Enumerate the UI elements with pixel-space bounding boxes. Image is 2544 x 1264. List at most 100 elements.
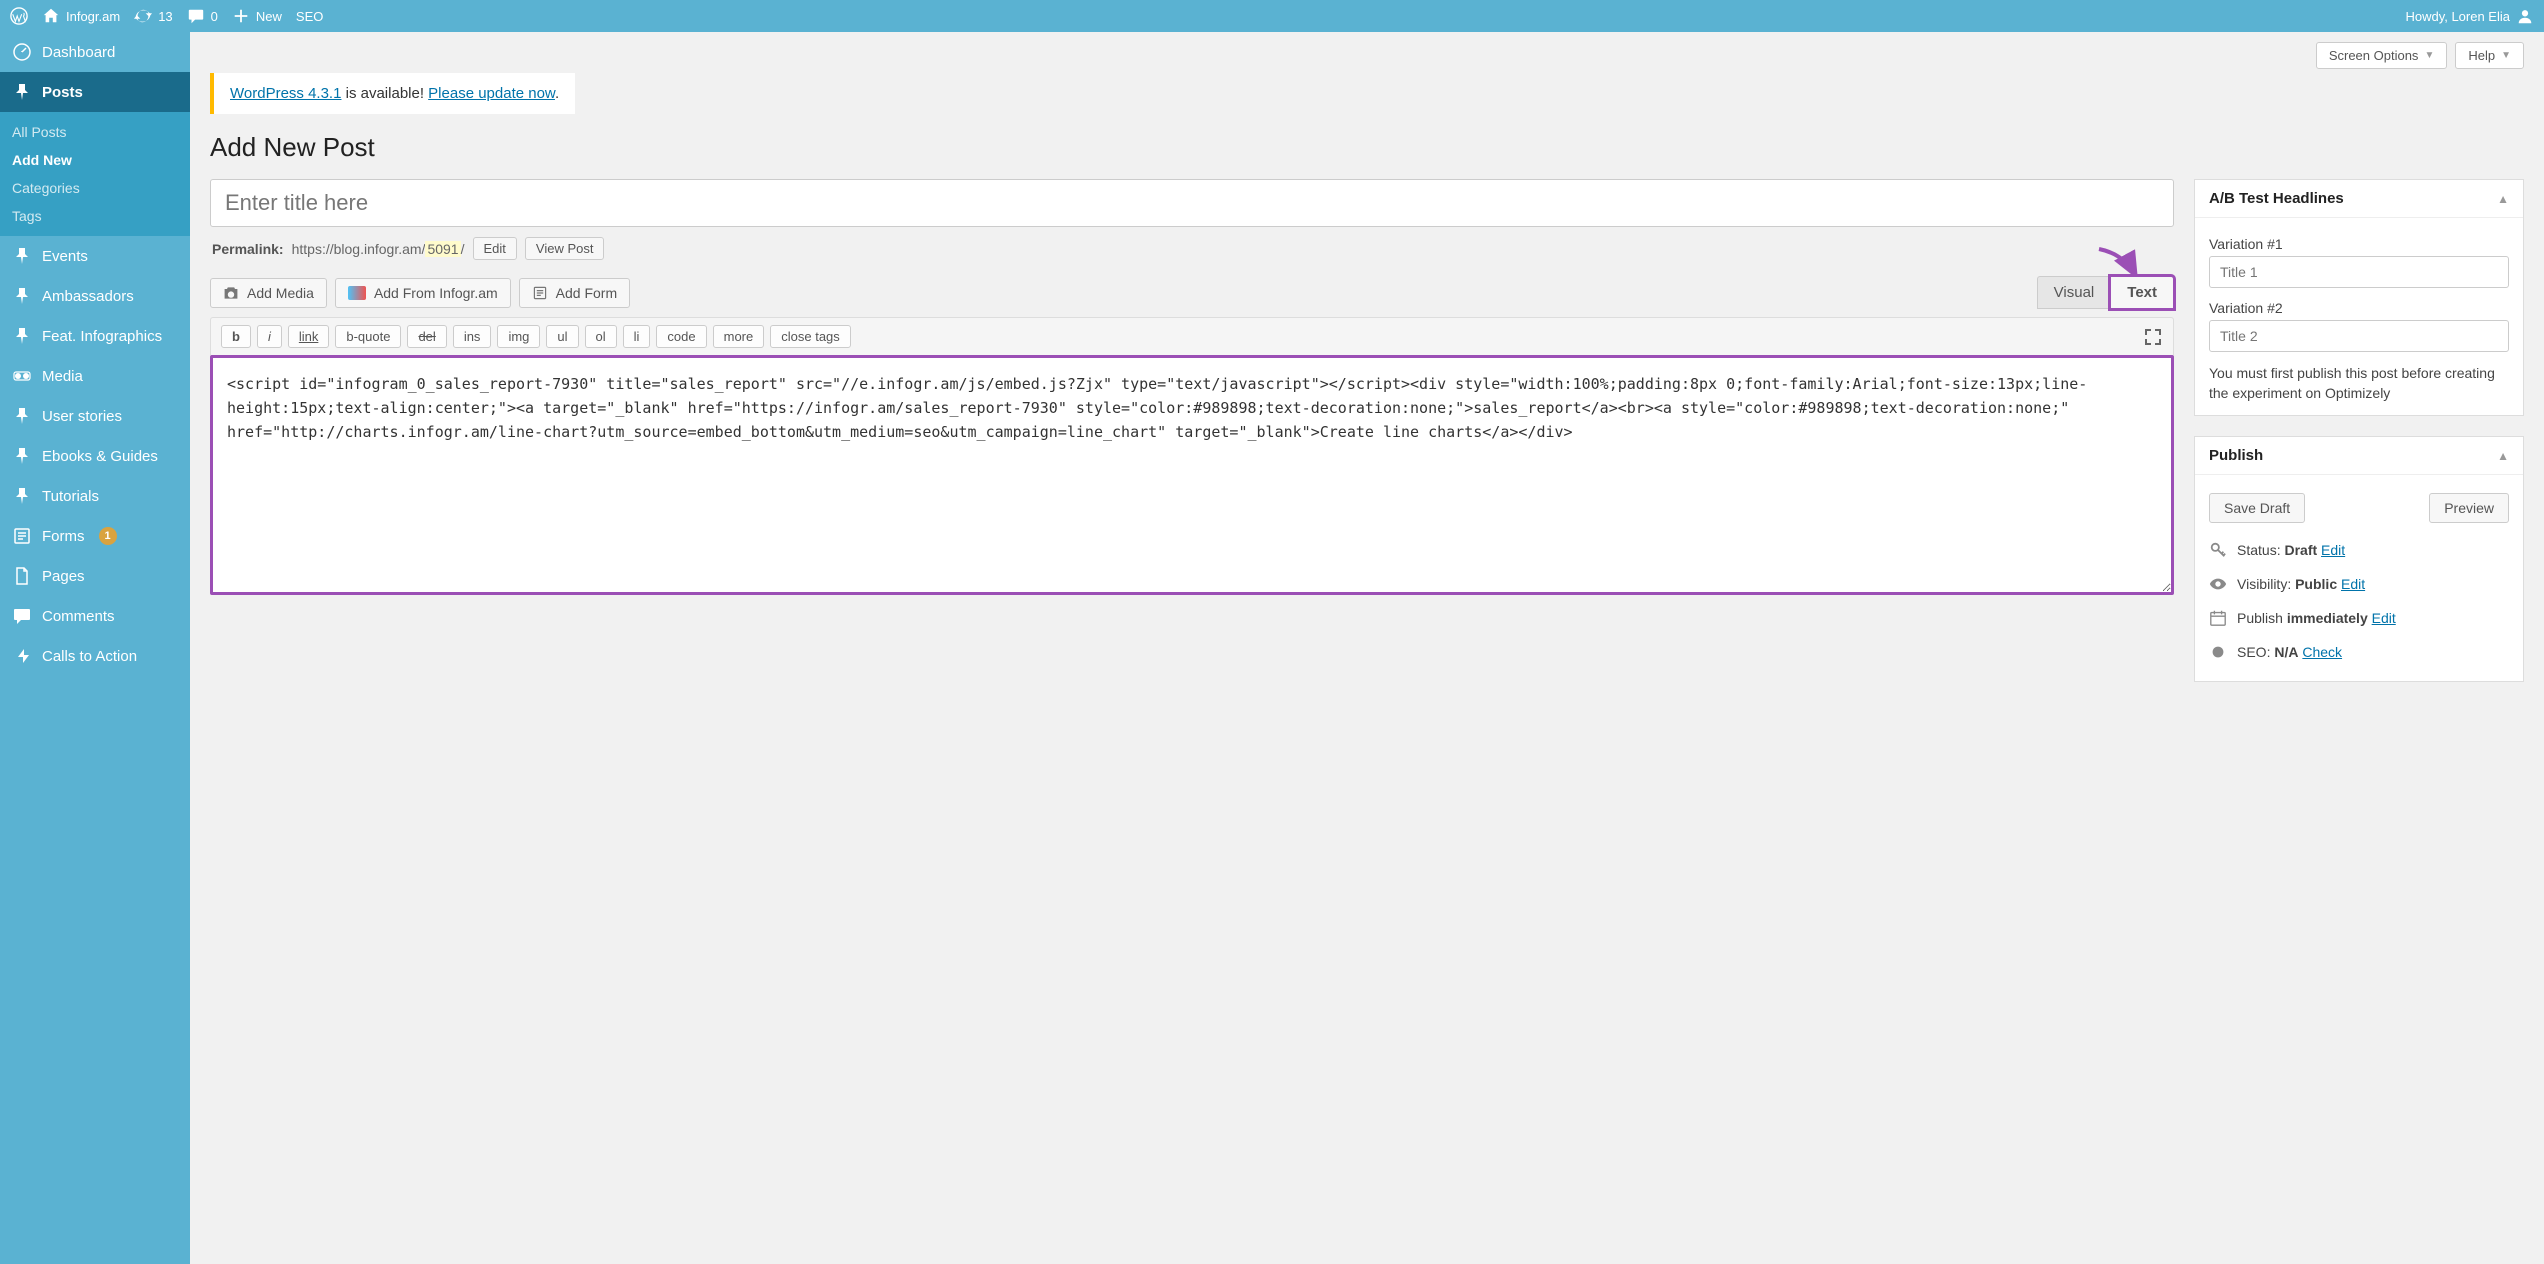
quicktag-li[interactable]: li: [623, 325, 651, 348]
admin-sidebar: Dashboard Posts All PostsAdd NewCategories…: [0, 32, 190, 1264]
sidebar-item-forms[interactable]: Forms1: [0, 516, 190, 556]
sidebar-item-posts[interactable]: Posts: [0, 72, 190, 112]
chevron-down-icon: ▼: [2424, 50, 2434, 61]
sidebar-item-calls-to-action[interactable]: Calls to Action: [0, 636, 190, 676]
sidebar-item-events[interactable]: Events: [0, 236, 190, 276]
sidebar-item-tutorials[interactable]: Tutorials: [0, 476, 190, 516]
quicktag-more[interactable]: more: [713, 325, 765, 348]
account-link[interactable]: Howdy, Loren Elia: [2405, 7, 2534, 25]
new-label: New: [256, 9, 282, 24]
add-media-button[interactable]: Add Media: [210, 278, 327, 308]
quicktags-toolbar: bilinkb-quote delinsimgulollicode moreclos…: [210, 317, 2174, 355]
schedule-row: Publish immediately Edit: [2209, 601, 2509, 635]
submenu-item-all-posts[interactable]: All Posts: [0, 118, 190, 146]
sidebar-item-label: Media: [42, 368, 83, 385]
quicktag-ul[interactable]: ul: [546, 325, 578, 348]
quicktag-link[interactable]: link: [288, 325, 330, 348]
update-version-link[interactable]: WordPress 4.3.1: [230, 85, 341, 102]
publish-metabox: Publish ▲ Save Draft Preview Status: Dra…: [2194, 436, 2524, 682]
badge: 1: [99, 527, 117, 545]
publish-title: Publish: [2209, 447, 2263, 464]
permalink-url: https://blog.infogr.am/5091/: [292, 241, 465, 257]
update-notice: WordPress 4.3.1 is available! Please upd…: [210, 73, 575, 114]
quicktag-i[interactable]: i: [257, 325, 282, 348]
sidebar-item-label: Tutorials: [42, 488, 99, 505]
pin-icon: [12, 406, 32, 426]
content-area: Screen Options ▼ Help ▼ WordPress 4.3.1 …: [190, 32, 2544, 1264]
seo-link[interactable]: SEO: [296, 9, 323, 24]
updates-link[interactable]: 13: [134, 7, 172, 25]
edit-permalink-button[interactable]: Edit: [473, 237, 517, 260]
visibility-row: Visibility: Public Edit: [2209, 567, 2509, 601]
pin-icon: [12, 326, 32, 346]
save-draft-button[interactable]: Save Draft: [2209, 493, 2305, 523]
quicktag-img[interactable]: img: [497, 325, 540, 348]
update-icon: [134, 7, 152, 25]
pin-icon: [12, 82, 32, 102]
sidebar-submenu: All PostsAdd NewCategoriesTags: [0, 112, 190, 236]
quicktag-close-tags[interactable]: close tags: [770, 325, 851, 348]
content-textarea[interactable]: [210, 355, 2174, 595]
form-icon: [532, 285, 548, 301]
sidebar-item-label: Posts: [42, 84, 83, 101]
visual-tab[interactable]: Visual: [2037, 276, 2111, 309]
pin-icon: [12, 246, 32, 266]
plus-icon: [232, 7, 250, 25]
fullscreen-icon[interactable]: [2143, 327, 2163, 347]
wp-logo-icon[interactable]: [10, 7, 28, 25]
sidebar-item-label: Feat. Infographics: [42, 328, 162, 345]
toggle-icon[interactable]: ▲: [2497, 192, 2509, 206]
screen-options-tab[interactable]: Screen Options ▼: [2316, 42, 2448, 69]
abtest-title: A/B Test Headlines: [2209, 190, 2344, 207]
pin-icon: [12, 486, 32, 506]
edit-schedule-link[interactable]: Edit: [2372, 610, 2396, 626]
user-icon: [2516, 7, 2534, 25]
key-icon: [2209, 541, 2227, 559]
quicktag-ol[interactable]: ol: [585, 325, 617, 348]
sidebar-item-media[interactable]: Media: [0, 356, 190, 396]
variation1-label: Variation #1: [2209, 236, 2509, 252]
add-infogram-button[interactable]: Add From Infogr.am: [335, 278, 511, 308]
text-tab[interactable]: Text: [2110, 276, 2174, 309]
page-title: Add New Post: [210, 132, 2524, 163]
toggle-icon[interactable]: ▲: [2497, 449, 2509, 463]
quicktag-b[interactable]: b: [221, 325, 251, 348]
comment-icon: [12, 606, 32, 626]
quicktag-del[interactable]: del: [407, 325, 446, 348]
sidebar-item-feat-infographics[interactable]: Feat. Infographics: [0, 316, 190, 356]
site-name: Infogr.am: [66, 9, 120, 24]
seo-check-link[interactable]: Check: [2302, 644, 2342, 660]
view-post-button[interactable]: View Post: [525, 237, 605, 260]
edit-status-link[interactable]: Edit: [2321, 542, 2345, 558]
quicktag-b-quote[interactable]: b-quote: [335, 325, 401, 348]
post-title-input[interactable]: [210, 179, 2174, 227]
sidebar-item-pages[interactable]: Pages: [0, 556, 190, 596]
sidebar-item-label: Comments: [42, 608, 115, 625]
sidebar-item-ambassadors[interactable]: Ambassadors: [0, 276, 190, 316]
submenu-item-add-new[interactable]: Add New: [0, 146, 190, 174]
quicktag-code[interactable]: code: [656, 325, 706, 348]
permalink-row: Permalink: https://blog.infogr.am/5091/ …: [210, 227, 2174, 270]
submenu-item-categories[interactable]: Categories: [0, 174, 190, 202]
edit-visibility-link[interactable]: Edit: [2341, 576, 2365, 592]
help-tab[interactable]: Help ▼: [2455, 42, 2524, 69]
site-home-link[interactable]: Infogr.am: [42, 7, 120, 25]
media-icon: [12, 366, 32, 386]
camera-icon: [223, 285, 239, 301]
sidebar-item-ebooks-guides[interactable]: Ebooks & Guides: [0, 436, 190, 476]
sidebar-item-label: Dashboard: [42, 44, 115, 61]
pin-icon: [12, 446, 32, 466]
preview-button[interactable]: Preview: [2429, 493, 2509, 523]
sidebar-item-comments[interactable]: Comments: [0, 596, 190, 636]
update-now-link[interactable]: Please update now: [428, 85, 555, 102]
sidebar-item-dashboard[interactable]: Dashboard: [0, 32, 190, 72]
sidebar-item-user-stories[interactable]: User stories: [0, 396, 190, 436]
comments-link[interactable]: 0: [187, 7, 218, 25]
add-form-button[interactable]: Add Form: [519, 278, 630, 308]
variation1-input[interactable]: [2209, 256, 2509, 288]
variation2-input[interactable]: [2209, 320, 2509, 352]
update-count: 13: [158, 9, 172, 24]
quicktag-ins[interactable]: ins: [453, 325, 492, 348]
submenu-item-tags[interactable]: Tags: [0, 202, 190, 230]
new-content-link[interactable]: New: [232, 7, 282, 25]
